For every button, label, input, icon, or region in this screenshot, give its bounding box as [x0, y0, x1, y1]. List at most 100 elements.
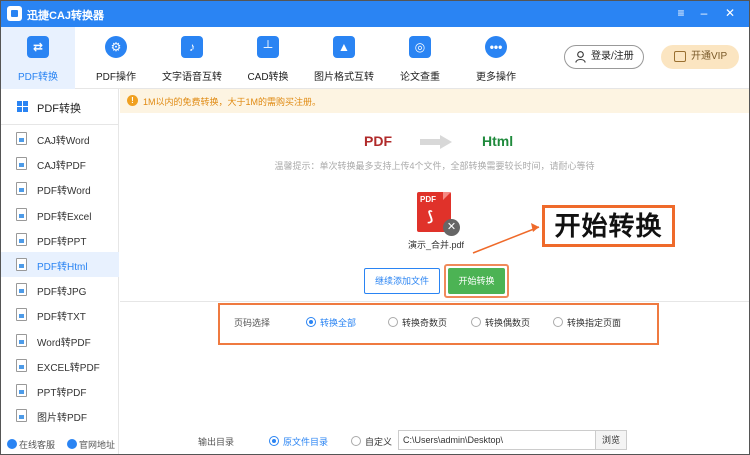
- radio-convert-odd[interactable]: 转换奇数页: [388, 316, 447, 329]
- crown-icon: [674, 51, 686, 62]
- tab-label: 文字语音互转: [162, 72, 222, 83]
- tab-label: CAD转换: [247, 72, 289, 83]
- tab-paper-check[interactable]: ◎ 论文查重: [383, 27, 457, 89]
- login-button[interactable]: 登录/注册: [564, 45, 644, 69]
- headset-icon: [7, 439, 17, 449]
- file-type-icon: [16, 132, 27, 145]
- radio-dot-icon: [351, 436, 361, 446]
- website-label: 官网地址: [79, 440, 116, 450]
- minimize-icon[interactable]: –: [695, 4, 713, 22]
- tab-image-convert[interactable]: ▲ 图片格式互转: [307, 27, 381, 89]
- cad-icon: ┴: [257, 36, 279, 58]
- tab-text-voice[interactable]: ♪ 文字语音互转: [155, 27, 229, 89]
- grid-icon: [17, 101, 28, 112]
- target-format: Html: [482, 133, 514, 149]
- sidebar-item-pdf-to-excel[interactable]: PDF转Excel: [1, 202, 119, 227]
- radio-label: 转换全部: [320, 318, 357, 328]
- radio-dot-icon: [388, 317, 398, 327]
- sidebar-item-label: PDF转Word: [37, 186, 91, 198]
- start-convert-button[interactable]: 开始转换: [448, 268, 505, 294]
- sidebar-item-label: PDF转JPG: [37, 287, 87, 299]
- sidebar-item-pdf-to-txt[interactable]: PDF转TXT: [1, 302, 119, 327]
- radio-convert-all[interactable]: 转换全部: [306, 316, 356, 329]
- tab-label: PDF转换: [18, 72, 58, 83]
- sidebar-footer: 在线客服 官网地址: [1, 435, 119, 454]
- add-files-button[interactable]: 继续添加文件: [364, 268, 440, 294]
- sidebar-item-image-to-pdf[interactable]: 图片转PDF: [1, 403, 119, 428]
- audio-icon: ♪: [181, 36, 203, 58]
- gear-icon: ⚙: [105, 36, 127, 58]
- radio-dot-icon: [471, 317, 481, 327]
- sidebar-item-pdf-to-ppt[interactable]: PDF转PPT: [1, 227, 119, 252]
- radio-label: 转换奇数页: [402, 318, 448, 328]
- sidebar-header: PDF转换: [1, 89, 119, 125]
- acrobat-icon: ⟆: [427, 208, 434, 224]
- output-path-field[interactable]: C:\Users\admin\Desktop\: [398, 430, 596, 450]
- menu-icon[interactable]: ≡: [672, 4, 690, 22]
- sidebar-item-label: PPT转PDF: [37, 388, 87, 399]
- file-type-icon: [16, 258, 27, 271]
- sidebar-item-caj-to-pdf[interactable]: CAJ转PDF: [1, 151, 119, 176]
- tab-pdf-convert[interactable]: ⇄ PDF转换: [1, 27, 75, 89]
- close-icon[interactable]: ✕: [721, 4, 739, 22]
- website-link[interactable]: 官网地址: [67, 438, 115, 451]
- sidebar-item-ppt-to-pdf[interactable]: PPT转PDF: [1, 378, 119, 403]
- file-type-icon: [16, 232, 27, 246]
- radio-convert-even[interactable]: 转换偶数页: [471, 316, 530, 329]
- radio-dot-icon: [553, 317, 563, 327]
- sidebar-item-word-to-pdf[interactable]: Word转PDF: [1, 328, 119, 353]
- more-icon: •••: [485, 36, 507, 58]
- sidebar-item-label: 图片转PDF: [37, 413, 87, 425]
- check-icon: ◎: [409, 36, 431, 58]
- tab-pdf-operate[interactable]: ⚙ PDF操作: [79, 27, 153, 89]
- image-icon: ▲: [333, 36, 355, 58]
- page-selection-label: 页码选择: [234, 318, 271, 328]
- file-type-icon: [16, 157, 27, 171]
- sidebar-item-pdf-to-word[interactable]: PDF转Word: [1, 176, 119, 201]
- notice-bar: ! 1M以内的免费转换，大于1M的需购买注册。: [120, 89, 749, 113]
- sidebar-item-label: PDF转Excel: [37, 211, 92, 223]
- sidebar-item-label: EXCEL转PDF: [37, 362, 100, 374]
- radio-dot-icon: [269, 436, 279, 446]
- file-type-icon: [16, 182, 27, 196]
- sidebar-item-label: PDF转TXT: [37, 312, 86, 324]
- file-name: 演示_合并.pdf: [407, 240, 465, 250]
- radio-label: 自定义: [365, 437, 393, 447]
- app-window: 迅捷CAJ转换器 ≡ – ✕ ⇄ PDF转换 ⚙ PDF操作 ♪ 文字语音互转 …: [0, 0, 750, 455]
- sidebar-item-label: PDF转Html: [37, 262, 88, 273]
- app-logo-icon: [7, 6, 22, 21]
- radio-label: 原文件目录: [283, 437, 329, 447]
- tab-label: 图片格式互转: [314, 72, 374, 83]
- divider: [120, 301, 749, 302]
- swap-icon: ⇄: [27, 36, 49, 58]
- vip-button[interactable]: 开通VIP: [661, 45, 739, 69]
- remove-file-icon[interactable]: ✕: [443, 219, 460, 236]
- warning-icon: !: [127, 95, 138, 106]
- callout-label: 开始转换: [542, 205, 675, 247]
- sidebar-item-pdf-to-jpg[interactable]: PDF转JPG: [1, 277, 119, 302]
- sidebar-item-pdf-to-html[interactable]: PDF转Html: [1, 252, 119, 277]
- sidebar-item-caj-to-word[interactable]: CAJ转Word: [1, 126, 119, 151]
- vip-label: 开通VIP: [691, 51, 728, 62]
- sidebar-item-label: PDF转PPT: [37, 236, 87, 248]
- radio-source-dir[interactable]: 原文件目录: [269, 435, 328, 448]
- file-type-icon: [16, 409, 27, 423]
- sidebar-item-label: Word转PDF: [37, 337, 91, 349]
- globe-icon: [67, 439, 77, 449]
- file-type-icon: [16, 308, 27, 322]
- tab-more[interactable]: ••• 更多操作: [459, 27, 533, 89]
- radio-custom-dir[interactable]: 自定义: [351, 435, 392, 448]
- page-selection-box: 页码选择 转换全部 转换奇数页 转换偶数页 转换指定页面: [218, 303, 659, 345]
- sidebar-item-excel-to-pdf[interactable]: EXCEL转PDF: [1, 353, 119, 378]
- tab-cad-convert[interactable]: ┴ CAD转换: [231, 27, 305, 89]
- radio-label: 转换指定页面: [567, 318, 622, 328]
- online-service-link[interactable]: 在线客服: [7, 438, 55, 451]
- radio-label: 转换偶数页: [485, 318, 531, 328]
- source-format: PDF: [364, 133, 392, 149]
- tab-label: PDF操作: [96, 72, 136, 83]
- output-dir-label: 输出目录: [198, 437, 235, 447]
- radio-convert-specific[interactable]: 转换指定页面: [553, 316, 621, 329]
- browse-button[interactable]: 浏览: [596, 430, 627, 450]
- main-toolbar: ⇄ PDF转换 ⚙ PDF操作 ♪ 文字语音互转 ┴ CAD转换 ▲ 图片格式互…: [1, 27, 749, 89]
- hint-text: 温馨提示：单次转换最多支持上传4个文件，全部转换需要较长时间，请耐心等待: [274, 161, 595, 171]
